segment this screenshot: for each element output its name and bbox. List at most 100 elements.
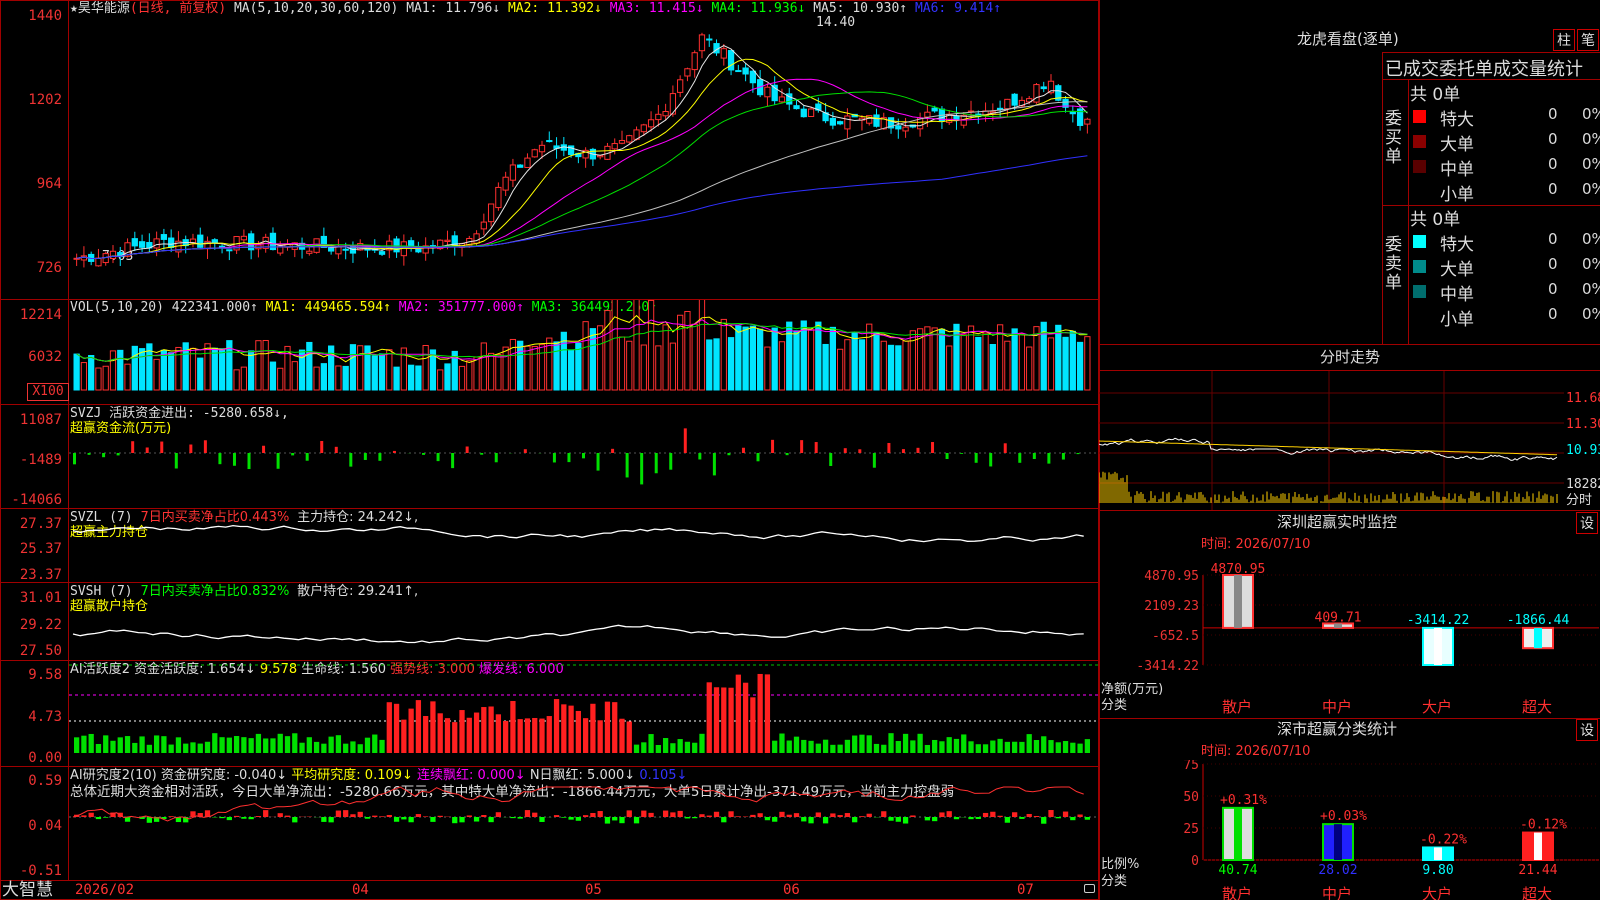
volume-bar — [175, 346, 182, 391]
sell-row-volume: 0 — [1548, 305, 1558, 323]
flow-bar — [683, 428, 687, 453]
sz-bar-chart[interactable]: 4870.95 2109.23 -652.5 -3414.22 4870.95 散户 409… — [1099, 555, 1600, 725]
research-bar — [103, 817, 109, 818]
flow-bar — [334, 446, 338, 453]
flow-bar — [872, 453, 876, 468]
activity-bar — [750, 697, 756, 753]
flow-bar — [596, 453, 600, 471]
svzj-chart[interactable] — [69, 405, 1099, 508]
intraday-chart[interactable] — [1099, 371, 1600, 510]
app-logo[interactable]: 大智慧 — [2, 881, 53, 900]
candle-body — [546, 140, 553, 143]
research-bar — [946, 811, 952, 817]
activity-bar — [1004, 741, 1011, 753]
research-bar — [735, 816, 741, 817]
candle-body — [538, 144, 546, 153]
volume-bar — [240, 366, 248, 391]
volume-bar — [1084, 336, 1091, 391]
activity-bar — [161, 736, 167, 753]
candle-body — [240, 235, 248, 241]
volume-chart[interactable] — [69, 300, 1099, 404]
bar-change-label: +0.31% — [1220, 793, 1267, 808]
volume-bar — [742, 326, 749, 391]
research-bar — [495, 812, 502, 817]
research-bar — [910, 815, 916, 817]
volume-bar — [727, 337, 735, 391]
activity-bar — [859, 734, 865, 753]
svsh-axis-3: 27.50 — [19, 643, 62, 659]
volume-bar — [233, 369, 240, 391]
svsh-axis-2: 29.22 — [19, 617, 62, 633]
sell-row-percent: 0% — [1582, 280, 1600, 298]
research-bar — [488, 817, 494, 823]
ma-line — [76, 45, 1088, 260]
research-bar — [968, 817, 974, 820]
volume-bar — [458, 365, 466, 391]
sc-settings-button[interactable]: 设 — [1576, 719, 1598, 741]
ai2-chart[interactable] — [69, 767, 1099, 880]
ai1-chart[interactable] — [69, 661, 1099, 766]
volume-bar — [502, 346, 509, 391]
activity-bar — [517, 719, 523, 753]
category-bar-highlight — [1434, 627, 1442, 665]
volume-bar — [829, 326, 837, 391]
candle-body — [160, 234, 168, 240]
research-bar — [226, 817, 232, 821]
svsh-chart[interactable] — [69, 583, 1099, 660]
candle-body — [487, 203, 495, 223]
tick-mode-button[interactable]: 笔 — [1577, 29, 1599, 51]
research-bar — [575, 817, 581, 821]
candlestick-chart[interactable] — [69, 0, 1099, 299]
volume-bar — [618, 336, 626, 391]
volume-bar — [669, 342, 677, 391]
research-bar — [1077, 814, 1083, 817]
activity-bar — [648, 734, 654, 753]
volume-bar — [735, 325, 742, 391]
activity-bar — [1033, 740, 1040, 753]
activity-bar — [692, 742, 698, 753]
research-bar — [982, 812, 989, 817]
volume-bar — [124, 363, 131, 391]
research-bar — [757, 813, 763, 817]
lock-icon[interactable] — [1084, 884, 1095, 893]
candle-body — [684, 68, 691, 77]
sc-time: 时间: 2026/07/10 — [1201, 744, 1311, 759]
volume-bar — [378, 353, 386, 391]
sell-row-label: 特大 — [1440, 235, 1474, 255]
research-bar — [1012, 812, 1018, 817]
bar-mode-button[interactable]: 柱 — [1553, 29, 1575, 51]
svzl-chart[interactable] — [69, 509, 1099, 582]
activity-bar — [204, 741, 211, 753]
research-bar — [837, 815, 843, 817]
candle-body — [473, 233, 480, 244]
research-bar — [415, 814, 422, 817]
svsh-axis-1: 31.01 — [19, 590, 62, 606]
sc-bar-chart[interactable]: 75 50 25 0 40.74 散户 +0.31% 28.02 中户 +0.03% 9.80 大户 -… — [1099, 760, 1600, 900]
volume-bar — [538, 344, 546, 391]
lhb-title: 龙虎看盘(逐单) — [1297, 30, 1399, 48]
research-bar — [408, 817, 414, 823]
research-bar — [1055, 817, 1061, 819]
candle-body — [211, 239, 218, 244]
volume-bar — [793, 330, 800, 391]
bar-value-label: 40.74 — [1218, 863, 1257, 878]
category-label: 散户 — [1222, 885, 1252, 900]
activity-bar — [197, 743, 203, 753]
activity-bar — [510, 701, 516, 753]
research-bar — [263, 810, 269, 817]
buy-row-volume: 0 — [1548, 180, 1558, 198]
activity-bar — [270, 738, 276, 753]
sz-settings-button[interactable]: 设 — [1576, 512, 1598, 534]
candle-body — [524, 157, 531, 168]
volume-bar — [393, 366, 400, 391]
volume-bar — [633, 300, 640, 391]
sz-unit1: 净额(万元) — [1101, 682, 1164, 697]
activity-bar — [481, 707, 487, 753]
research-bar — [168, 816, 174, 817]
research-bar — [633, 817, 640, 824]
activity-bar — [146, 744, 152, 753]
sell-row-label: 小单 — [1440, 310, 1474, 330]
date-label-3: 05 — [585, 882, 602, 898]
candle-body — [807, 108, 815, 117]
volume-bar — [487, 352, 495, 391]
